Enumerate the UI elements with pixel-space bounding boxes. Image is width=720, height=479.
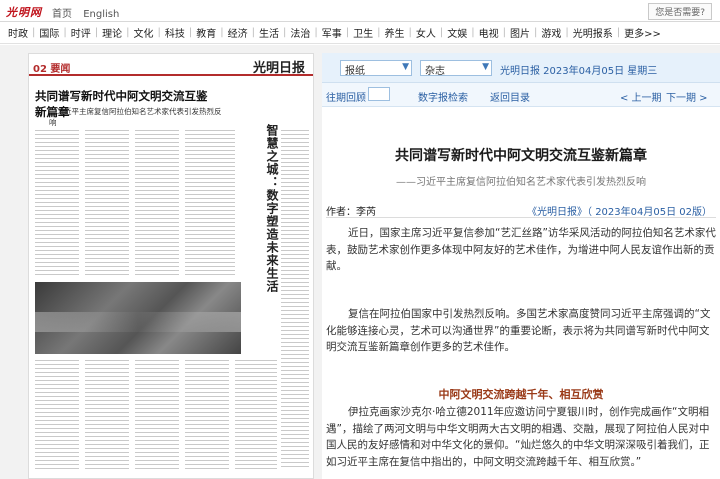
newspaper-page-label: 02 要闻 [33, 64, 71, 75]
article-paragraph: 复信在阿拉伯国家中引发热烈反响。多国艺术家高度赞同习近平主席强调的“文化能够连接… [326, 308, 711, 353]
newspaper-header: 02 要闻 光明日报 [29, 54, 313, 76]
magazine-select-label: 杂志 [425, 66, 445, 77]
nav-item[interactable]: 图片 [510, 25, 530, 40]
nav-item[interactable]: 科技 [165, 25, 185, 40]
nav-separator: | [345, 27, 350, 38]
nav-item[interactable]: 女人 [416, 25, 436, 40]
nav-item[interactable]: 光明报系 [573, 25, 613, 40]
chevron-down-icon: ▼ [482, 62, 489, 72]
top-bar: 光明网 首页 English 您是否需要? [0, 0, 720, 22]
text-column[interactable] [85, 360, 129, 472]
article-panel: 报纸 ▼ 杂志 ▼ 光明日报 2023年04月05日 星期三 往期回顾 数字报检… [322, 53, 720, 479]
nav-item[interactable]: 教育 [196, 25, 216, 40]
nav-separator: | [314, 27, 318, 38]
newspaper-brand: 光明日报 [252, 61, 305, 76]
nav-item[interactable]: 文娱 [447, 25, 467, 40]
nav-item[interactable]: 游戏 [541, 25, 561, 40]
nav-separator: | [63, 27, 67, 38]
nav-separator: | [408, 27, 412, 38]
prev-issue-link[interactable]: < 上一期 [620, 89, 662, 104]
text-column[interactable] [185, 360, 229, 472]
nav-item[interactable]: 文化 [134, 25, 154, 40]
calendar-button[interactable] [368, 87, 390, 101]
site-logo[interactable]: 光明网 [6, 4, 42, 20]
paper-toolbar: 报纸 ▼ 杂志 ▼ 光明日报 2023年04月05日 星期三 [322, 53, 720, 83]
nav-item[interactable]: 养生 [385, 25, 405, 40]
text-column[interactable] [85, 130, 129, 275]
nav-separator: | [32, 27, 36, 38]
text-column[interactable] [135, 130, 179, 275]
nav-item[interactable]: 国际 [39, 25, 59, 40]
nav-item[interactable]: 理论 [102, 25, 122, 40]
newspaper-photo[interactable] [35, 282, 241, 354]
nav-separator: | [157, 27, 161, 38]
return-toc-link[interactable]: 返回目录 [490, 89, 530, 104]
nav-item[interactable]: 生活 [259, 25, 279, 40]
nav-item[interactable]: 经济 [228, 25, 248, 40]
article-subtitle: ——习近平主席复信阿拉伯知名艺术家代表引发热烈反响 [396, 177, 646, 188]
nav-separator: | [565, 27, 569, 38]
english-link[interactable]: English [83, 9, 119, 20]
nav-item[interactable]: 时评 [71, 25, 91, 40]
nav-separator: | [471, 27, 475, 38]
chevron-down-icon: ▼ [402, 62, 409, 72]
paper-select[interactable]: 报纸 ▼ [340, 60, 412, 77]
nav-separator: | [126, 27, 130, 38]
nav-item[interactable]: 电视 [479, 25, 499, 40]
text-column[interactable] [235, 360, 277, 472]
home-link[interactable]: 首页 [52, 9, 72, 20]
top-links: 首页 English [52, 5, 127, 20]
nav-separator: | [94, 27, 99, 38]
text-column[interactable] [281, 130, 309, 470]
article-source: 《光明日报》（ 2023年04月05日 02版） [527, 207, 712, 218]
nav-item[interactable]: 法治 [290, 25, 310, 40]
article-paragraph: 伊拉克画家沙克尔·哈立德2011年应邀访问宁夏银川时，创作完成画作“文明相遇”，… [326, 406, 710, 468]
nav-item[interactable]: 卫生 [353, 25, 373, 40]
text-column[interactable] [135, 360, 179, 472]
issue-date-label: 光明日报 2023年04月05日 星期三 [500, 66, 658, 77]
past-issues-link[interactable]: 往期回顾 [326, 89, 366, 104]
article-section-heading: 中阿文明交流跨越千年、相互欣赏 [438, 388, 604, 401]
newspaper-page-view[interactable]: 02 要闻 光明日报 共同谱写新时代中阿文明交流互鉴新篇章 —习近平主席复信阿拉… [28, 53, 314, 479]
nav-item[interactable]: 更多>> [624, 25, 661, 40]
main-area: 02 要闻 光明日报 共同谱写新时代中阿文明交流互鉴新篇章 —习近平主席复信阿拉… [0, 45, 720, 479]
newspaper-vertical-title[interactable]: 智慧之城：数字塑造未来生活 [249, 124, 281, 293]
nav-item[interactable]: 军事 [322, 25, 342, 40]
nav-separator: | [188, 27, 193, 38]
help-dropdown[interactable]: 您是否需要? [648, 3, 712, 20]
paper-select-label: 报纸 [345, 66, 365, 77]
nav-separator: | [534, 27, 538, 38]
text-column[interactable] [35, 360, 79, 472]
article-title: 共同谱写新时代中阿文明交流互鉴新篇章 [395, 148, 647, 164]
nav-separator: | [439, 27, 444, 38]
text-column[interactable] [35, 130, 79, 275]
channel-nav: 时政 | 国际 | 时评 | 理论 | 文化 | 科技 | 教育 | 经济 | 生活 | 法治 | 军事 | 卫生 | 养生 | 女… [0, 22, 720, 44]
digital-search-link[interactable]: 数字报检索 [418, 89, 468, 104]
magazine-select[interactable]: 杂志 ▼ [420, 60, 492, 77]
divider [326, 217, 716, 218]
issue-toolbar: 往期回顾 数字报检索 返回目录 < 上一期 下一期 > [322, 83, 720, 107]
nav-separator: | [220, 27, 224, 38]
nav-separator: | [616, 27, 621, 38]
article-paragraph: 近日，国家主席习近平复信参加“艺汇丝路”访华采风活动的阿拉伯知名艺术家代表，鼓励… [326, 227, 716, 272]
next-issue-link[interactable]: 下一期 > [666, 89, 708, 104]
text-column[interactable] [185, 130, 235, 275]
nav-separator: | [377, 27, 381, 38]
nav-item[interactable]: 时政 [8, 25, 28, 40]
newspaper-subheadline: —习近平主席复信阿拉伯知名艺术家代表引发热烈反响 [49, 107, 222, 127]
nav-separator: | [283, 27, 287, 38]
article-author: 作者：李芮 [326, 207, 376, 218]
nav-separator: | [502, 27, 506, 38]
nav-separator: | [251, 27, 255, 38]
